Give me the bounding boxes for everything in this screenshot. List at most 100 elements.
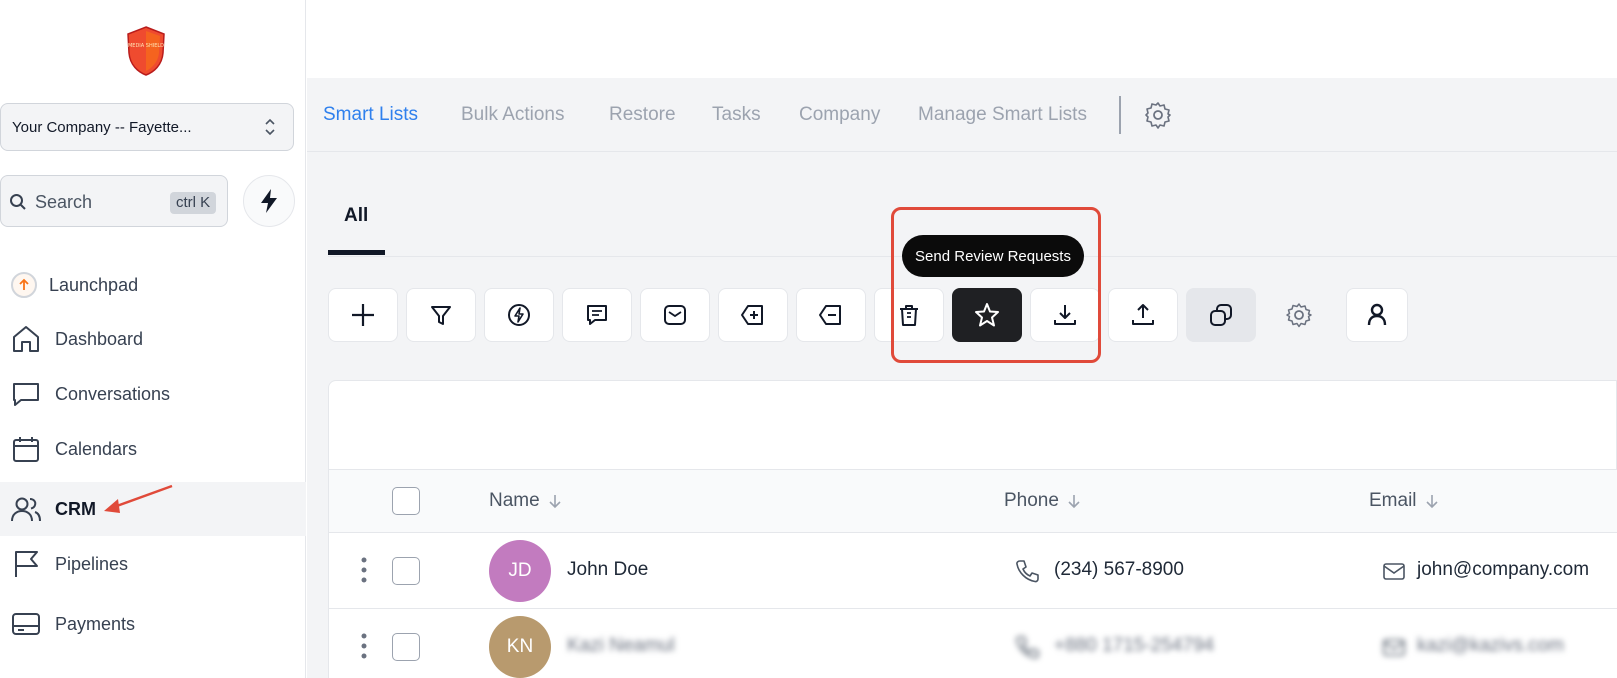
filter-icon [431,306,451,325]
search-icon [10,194,26,210]
lightning-icon [261,189,277,213]
logo-text: MEDIA SHIELD [128,43,164,49]
search-placeholder: Search [35,192,93,212]
contact-phone: +880 1715-254794 [1054,635,1215,656]
assign-user-button[interactable] [1346,288,1408,342]
remove-tag-icon [819,305,841,325]
tooltip: Send Review Requests [902,235,1084,277]
merge-duplicates-button[interactable] [1186,288,1256,342]
tab-tasks[interactable]: Tasks [712,104,761,126]
phone-icon [1016,636,1039,659]
table-row[interactable]: JD John Doe (234) 567-8900 john@company.… [329,533,1617,609]
user-icon [1367,303,1387,326]
duplicate-icon [1210,304,1232,326]
tab-manage-smart-lists[interactable]: Manage Smart Lists [918,104,1087,126]
remove-tag-button[interactable] [796,288,866,342]
subtab-underline [328,250,385,255]
contact-phone: (234) 567-8900 [1054,559,1184,580]
contact-name[interactable]: Kazi Neamul [567,635,675,657]
nav-label: Launchpad [49,274,139,295]
settings-icon [1286,303,1312,328]
nav-item-dashboard[interactable]: Dashboard [0,312,306,366]
contact-name[interactable]: John Doe [567,559,648,581]
email-icon [1383,563,1405,580]
tab-smart-lists[interactable]: Smart Lists [323,104,418,126]
table-row[interactable]: KN Kazi Neamul +880 1715-254794 kazi@kaz… [329,609,1617,678]
send-sms-button[interactable] [562,288,632,342]
nav-label: Dashboard [55,328,144,349]
nav-label: Calendars [55,438,138,459]
phone-icon [1016,560,1039,583]
calendar-icon [13,437,39,462]
sort-down-icon [1068,495,1080,509]
settings-gear-icon[interactable] [1143,100,1173,130]
nav-item-calendars[interactable]: Calendars [0,422,306,476]
payments-icon [12,613,40,635]
search-shortcut-badge: ctrl K [170,192,217,214]
workflow-icon [508,304,530,326]
users-icon [11,497,41,522]
chevron-updown-icon [265,118,275,136]
tab-restore[interactable]: Restore [609,104,676,126]
subtab-all[interactable]: All [344,205,368,227]
company-select-value: Your Company -- Fayette... [12,118,192,136]
annotation-arrow-icon [104,484,173,513]
send-email-button[interactable] [640,288,710,342]
column-label: Phone [1004,490,1059,511]
filter-button[interactable] [406,288,476,342]
list-settings-button[interactable] [1264,288,1334,342]
nav-item-payments[interactable]: Payments [0,597,306,651]
sort-down-icon [1425,495,1438,509]
column-label: Email [1369,490,1417,511]
nav-label: Payments [55,613,136,634]
annotation-highlight-box [891,207,1101,363]
import-contacts-button[interactable] [1108,288,1178,342]
quick-actions-button[interactable] [243,175,295,227]
flag-icon [15,551,38,577]
nav-label: CRM [55,498,96,519]
shield-logo-icon: MEDIA SHIELD [127,26,165,76]
select-all-checkbox[interactable] [392,487,420,515]
company-select[interactable]: Your Company -- Fayette... [0,103,294,151]
tab-divider [1119,96,1121,134]
smart-lists-tabbar: Smart Lists Bulk Actions Restore Tasks C… [307,78,1617,152]
row-checkbox[interactable] [392,557,420,585]
nav-item-launchpad[interactable]: Launchpad [0,258,306,312]
chat-icon [13,383,39,406]
row-checkbox[interactable] [392,633,420,661]
top-header [307,0,1617,78]
add-tag-icon [741,305,763,325]
sort-down-icon [549,495,561,509]
search-input[interactable]: Search ctrl K [0,175,228,227]
launchpad-icon [11,272,37,298]
tab-bulk-actions[interactable]: Bulk Actions [461,104,565,126]
add-tag-button[interactable] [718,288,788,342]
contact-email[interactable]: kazi@kazivs.com [1417,635,1564,657]
row-menu-icon[interactable] [359,555,369,585]
tab-company[interactable]: Company [799,104,880,126]
table-header: Name Phone Email [329,469,1617,533]
column-name-header[interactable]: Name [489,490,564,512]
column-label: Name [489,490,540,511]
home-icon [13,326,39,352]
add-icon [352,304,374,326]
avatar: KN [489,616,551,678]
app-window: MEDIA SHIELD Your Company -- Fayette... … [0,0,1617,678]
email-icon [664,305,686,325]
contact-email[interactable]: john@company.com [1417,559,1589,581]
sms-icon [587,305,607,325]
column-email-header[interactable]: Email [1369,490,1441,512]
avatar: JD [489,540,551,602]
upload-icon [1132,304,1154,325]
sidebar: MEDIA SHIELD Your Company -- Fayette... … [0,0,306,678]
column-phone-header[interactable]: Phone [1004,490,1083,512]
nav-item-conversations[interactable]: Conversations [0,367,306,421]
add-to-workflow-button[interactable] [484,288,554,342]
email-icon [1383,639,1405,656]
add-contact-button[interactable] [328,288,398,342]
nav-label: Conversations [55,383,171,404]
nav-item-pipelines[interactable]: Pipelines [0,537,306,591]
row-menu-icon[interactable] [359,631,369,661]
contacts-table: Name Phone Email JD John Doe (234) 567-8… [328,380,1617,678]
nav-label: Pipelines [55,553,129,574]
